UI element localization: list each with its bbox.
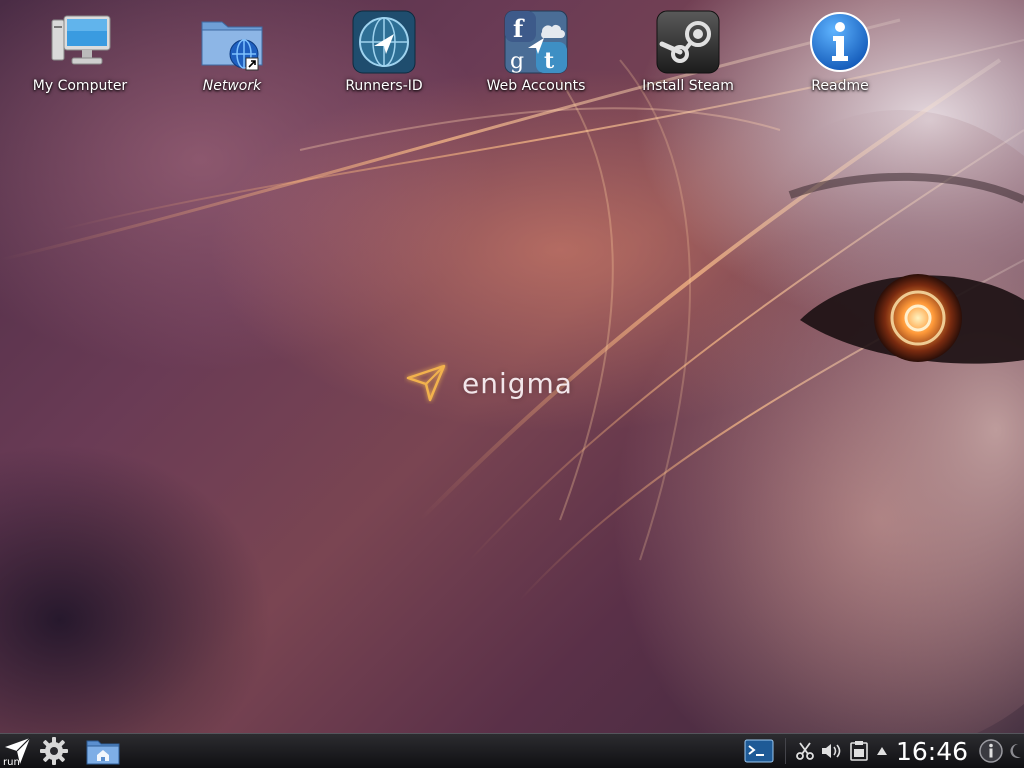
steam-icon xyxy=(656,10,720,74)
gear-icon xyxy=(40,737,68,765)
settings-button[interactable] xyxy=(34,734,74,768)
scissors-icon xyxy=(796,742,814,760)
desktop-icon-web-accounts[interactable]: f g t Web Accounts xyxy=(476,10,596,94)
chevron-up-icon xyxy=(876,747,887,755)
night-mode-button[interactable] xyxy=(1006,734,1024,768)
logo-arrow-icon xyxy=(406,364,446,402)
run-label: run xyxy=(3,757,20,768)
desktop-icon-label: Readme xyxy=(811,78,869,94)
desktop-icon-label: Install Steam xyxy=(642,78,734,94)
network-folder-icon xyxy=(201,21,263,71)
home-folder-icon xyxy=(86,740,120,765)
run-menu-button[interactable]: run xyxy=(0,734,34,768)
desktop-icon-label: Web Accounts xyxy=(486,78,586,94)
desktop-icon-network[interactable]: Network xyxy=(172,10,292,94)
system-tray-expand-button[interactable] xyxy=(872,734,892,768)
logo-text: enigma xyxy=(462,366,573,400)
desktop-icon-install-steam[interactable]: Install Steam xyxy=(628,10,748,94)
info-circle-icon xyxy=(979,739,1003,763)
desktop-icon-label: Network xyxy=(202,78,262,94)
tray-separator xyxy=(784,738,786,764)
web-accounts-icon: f g t xyxy=(504,10,568,74)
runners-id-icon xyxy=(352,10,416,74)
desktop-icon-my-computer[interactable]: My Computer xyxy=(20,10,140,94)
info-button[interactable] xyxy=(976,734,1006,768)
desktop-icon-label: My Computer xyxy=(32,78,128,94)
taskbar: run 16:46 xyxy=(0,733,1024,768)
home-folder-button[interactable] xyxy=(80,734,126,768)
enigma-logo: enigma xyxy=(404,362,573,404)
svg-text:f: f xyxy=(513,14,525,43)
svg-text:g: g xyxy=(510,49,524,74)
removable-device-icon xyxy=(850,741,868,761)
computer-icon xyxy=(51,15,111,65)
device-notifier-button[interactable] xyxy=(846,734,872,768)
volume-icon xyxy=(821,744,841,758)
volume-button[interactable] xyxy=(818,734,846,768)
moon-icon xyxy=(1010,743,1021,758)
info-icon xyxy=(810,12,870,72)
desktop-icon-label: Runners-ID xyxy=(345,78,423,94)
svg-text:t: t xyxy=(544,48,555,74)
terminal-task-button[interactable] xyxy=(739,734,779,768)
desktop-icon-runners-id[interactable]: Runners-ID xyxy=(324,10,444,94)
desktop-icon-readme[interactable]: Readme xyxy=(780,10,900,94)
terminal-icon xyxy=(744,739,774,763)
clipboard-tool-button[interactable] xyxy=(792,734,818,768)
clock[interactable]: 16:46 xyxy=(896,737,968,766)
